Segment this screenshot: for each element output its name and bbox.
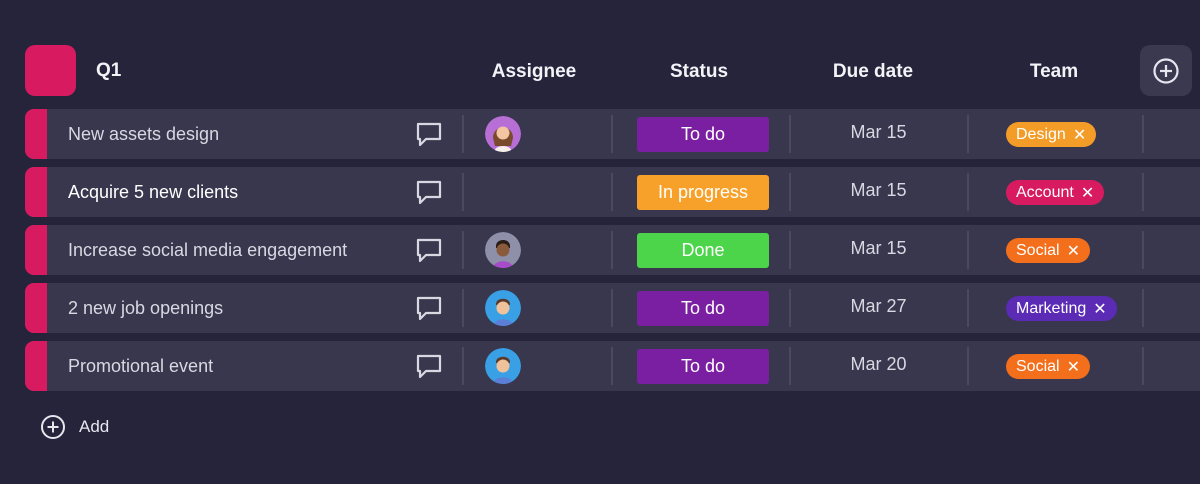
column-divider bbox=[611, 115, 613, 153]
task-row[interactable]: Promotional event To do Mar 20 Social ✕ bbox=[25, 341, 1200, 391]
column-divider bbox=[462, 115, 464, 153]
column-divider bbox=[967, 289, 969, 327]
column-divider bbox=[1142, 115, 1144, 153]
column-header-team[interactable]: Team bbox=[995, 61, 1113, 83]
status-badge[interactable]: To do bbox=[637, 291, 769, 326]
comment-icon[interactable] bbox=[415, 352, 443, 380]
task-name[interactable]: Promotional event bbox=[68, 356, 213, 377]
group-color-bar bbox=[25, 283, 47, 333]
column-divider bbox=[1142, 289, 1144, 327]
remove-tag-icon[interactable]: ✕ bbox=[1067, 241, 1080, 261]
column-divider bbox=[1142, 231, 1144, 269]
status-badge[interactable]: In progress bbox=[637, 175, 769, 210]
team-tag[interactable]: Design ✕ bbox=[1006, 122, 1097, 147]
column-divider bbox=[1142, 347, 1144, 385]
column-divider bbox=[789, 289, 791, 327]
task-row[interactable]: 2 new job openings To do Mar 27 Marketing ✕ bbox=[25, 283, 1200, 333]
due-date[interactable]: Mar 15 bbox=[805, 238, 952, 259]
remove-tag-icon[interactable]: ✕ bbox=[1073, 125, 1086, 145]
column-divider bbox=[611, 347, 613, 385]
due-date[interactable]: Mar 27 bbox=[805, 296, 952, 317]
task-name[interactable]: 2 new job openings bbox=[68, 298, 223, 319]
comment-icon[interactable] bbox=[415, 236, 443, 264]
team-tag-label: Social bbox=[1016, 241, 1060, 259]
comment-icon[interactable] bbox=[415, 120, 443, 148]
group-color-bar bbox=[25, 167, 47, 217]
add-task-button[interactable]: Add bbox=[40, 414, 109, 440]
column-header-due-date[interactable]: Due date bbox=[810, 61, 936, 83]
column-divider bbox=[967, 231, 969, 269]
due-date[interactable]: Mar 15 bbox=[805, 122, 952, 143]
status-badge[interactable]: Done bbox=[637, 233, 769, 268]
team-tag-label: Social bbox=[1016, 357, 1060, 375]
task-name[interactable]: New assets design bbox=[68, 124, 219, 145]
team-tag[interactable]: Marketing ✕ bbox=[1006, 296, 1117, 321]
task-name[interactable]: Increase social media engagement bbox=[68, 240, 347, 261]
column-divider bbox=[789, 347, 791, 385]
team-tag[interactable]: Social ✕ bbox=[1006, 238, 1090, 263]
status-badge[interactable]: To do bbox=[637, 117, 769, 152]
avatar-woman-icon[interactable] bbox=[485, 116, 521, 152]
group-color-bar bbox=[25, 341, 47, 391]
group-color-bar bbox=[25, 109, 47, 159]
due-date[interactable]: Mar 20 bbox=[805, 354, 952, 375]
task-row[interactable]: New assets design To do Mar 15 Design ✕ bbox=[25, 109, 1200, 159]
remove-tag-icon[interactable]: ✕ bbox=[1067, 357, 1080, 377]
column-divider bbox=[1142, 173, 1144, 211]
column-header-status[interactable]: Status bbox=[640, 61, 758, 83]
avatar-man-blue-icon[interactable] bbox=[485, 348, 521, 384]
column-divider bbox=[462, 347, 464, 385]
status-badge[interactable]: To do bbox=[637, 349, 769, 384]
column-divider bbox=[611, 289, 613, 327]
team-tag-label: Marketing bbox=[1016, 299, 1087, 317]
team-tag-label: Design bbox=[1016, 125, 1066, 143]
column-divider bbox=[789, 173, 791, 211]
task-name[interactable]: Acquire 5 new clients bbox=[68, 182, 238, 203]
task-list: New assets design To do Mar 15 Design ✕ Acqui… bbox=[25, 109, 1200, 399]
column-divider bbox=[967, 115, 969, 153]
avatar-man-dark-icon[interactable] bbox=[485, 232, 521, 268]
column-divider bbox=[967, 173, 969, 211]
table-header: Q1 Assignee Status Due date Team bbox=[0, 0, 1200, 110]
avatar-man-blue-icon[interactable] bbox=[485, 290, 521, 326]
column-divider bbox=[611, 173, 613, 211]
comment-icon[interactable] bbox=[415, 294, 443, 322]
column-header-assignee[interactable]: Assignee bbox=[476, 61, 592, 83]
column-divider bbox=[462, 173, 464, 211]
comment-icon[interactable] bbox=[415, 178, 443, 206]
add-task-label: Add bbox=[79, 417, 110, 436]
column-divider bbox=[789, 231, 791, 269]
remove-tag-icon[interactable]: ✕ bbox=[1081, 183, 1094, 203]
group-color-bar bbox=[25, 225, 47, 275]
column-divider bbox=[967, 347, 969, 385]
group-title[interactable]: Q1 bbox=[96, 60, 121, 82]
due-date[interactable]: Mar 15 bbox=[805, 180, 952, 201]
team-tag[interactable]: Account ✕ bbox=[1006, 180, 1105, 205]
plus-circle-icon bbox=[41, 415, 65, 439]
add-column-button[interactable] bbox=[1140, 45, 1192, 96]
group-color-swatch[interactable] bbox=[25, 45, 76, 96]
team-tag[interactable]: Social ✕ bbox=[1006, 354, 1090, 379]
remove-tag-icon[interactable]: ✕ bbox=[1093, 299, 1106, 319]
column-divider bbox=[462, 231, 464, 269]
team-tag-label: Account bbox=[1016, 183, 1074, 201]
column-divider bbox=[462, 289, 464, 327]
plus-circle-icon bbox=[1153, 57, 1179, 84]
column-divider bbox=[789, 115, 791, 153]
task-row[interactable]: Acquire 5 new clients In progress Mar 15 Ac… bbox=[25, 167, 1200, 217]
task-row[interactable]: Increase social media engagement Done Mar … bbox=[25, 225, 1200, 275]
column-divider bbox=[611, 231, 613, 269]
